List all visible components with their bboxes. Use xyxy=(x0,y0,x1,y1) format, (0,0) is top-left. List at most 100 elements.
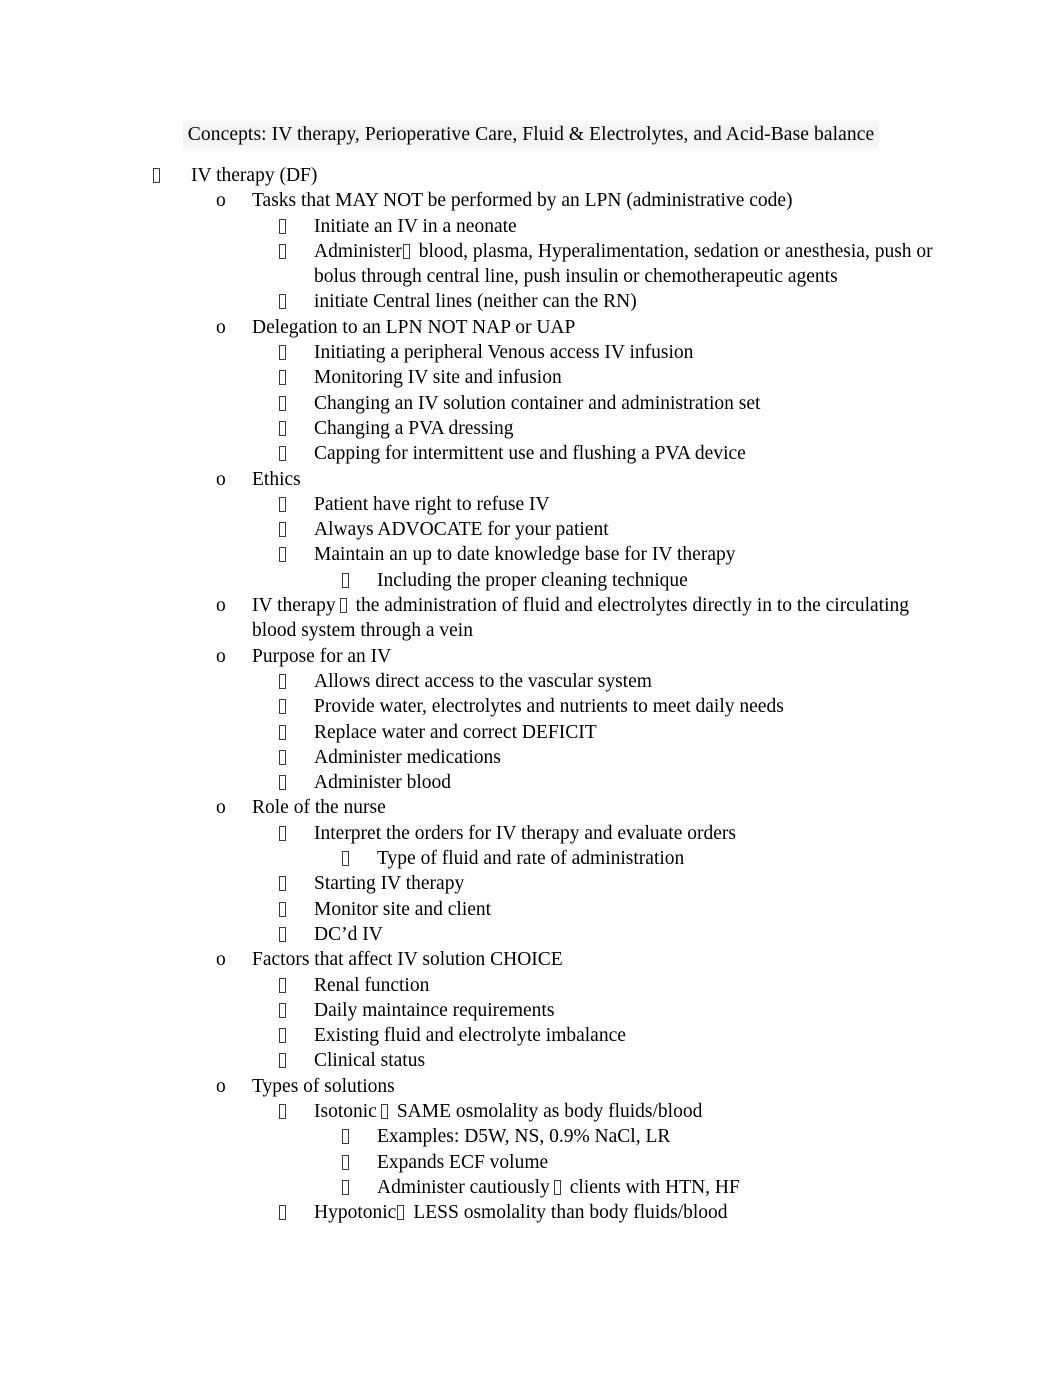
bullet-tofu-icon xyxy=(279,821,319,846)
list-item-label: Changing a PVA dressing xyxy=(314,417,514,439)
document-page: Concepts: IV therapy, Perioperative Care… xyxy=(0,0,1062,1377)
bullet-tofu-icon xyxy=(279,871,319,896)
bullet-tofu-icon xyxy=(279,416,319,441)
list-item-label: Role of the nurse xyxy=(252,797,386,819)
list-item-label: Changing an IV solution container and ad… xyxy=(314,392,761,414)
list-item-label: Starting IV therapy xyxy=(314,873,465,895)
inline-tofu-icon xyxy=(397,1205,405,1221)
bullet-tofu-icon xyxy=(153,163,193,188)
list-item: Monitor site and client xyxy=(279,897,1062,922)
list-item-label: Administer blood, plasma, Hyperalimentati… xyxy=(314,239,944,290)
list-item: o IV therapy the administration of fluid … xyxy=(216,593,1062,644)
list-item-label: Monitor site and client xyxy=(314,898,492,920)
bullet-tofu-icon xyxy=(279,745,319,770)
list-item: Existing fluid and electrolyte imbalance xyxy=(279,1023,1062,1048)
list-item-label: Maintain an up to date knowledge base fo… xyxy=(314,544,736,566)
list-item-label: Replace water and correct DEFICIT xyxy=(314,721,597,743)
bullet-o-icon: o xyxy=(216,797,226,819)
list-item: DC’d IV xyxy=(279,922,1062,947)
outline-list: IV therapy (DF) o Tasks that MAY NOT be … xyxy=(0,163,1062,1225)
bullet-tofu-icon xyxy=(279,239,319,264)
list-item: Administer medications xyxy=(279,745,1062,770)
bullet-tofu-icon xyxy=(279,998,319,1023)
list-item-label: Monitoring IV site and infusion xyxy=(314,367,562,389)
bullet-tofu-icon xyxy=(279,973,319,998)
bullet-tofu-icon xyxy=(279,542,319,567)
page-title-container: Concepts: IV therapy, Perioperative Care… xyxy=(0,120,1062,152)
bullet-tofu-icon xyxy=(342,568,382,593)
list-item-label: DC’d IV xyxy=(314,923,383,945)
list-item: Always ADVOCATE for your patient xyxy=(279,517,1062,542)
list-item: o Tasks that MAY NOT be performed by an … xyxy=(216,188,1062,213)
list-item-label: Factors that affect IV solution CHOICE xyxy=(252,949,563,971)
list-item: Daily maintaince requirements xyxy=(279,998,1062,1023)
bullet-tofu-icon xyxy=(279,289,319,314)
bullet-o-icon: o xyxy=(216,468,226,490)
list-item: o Delegation to an LPN NOT NAP or UAP xyxy=(216,315,1062,340)
bullet-o-icon: o xyxy=(216,645,226,667)
bullet-tofu-icon xyxy=(342,1124,382,1149)
bullet-tofu-icon xyxy=(279,340,319,365)
list-item-label-pre: IV therapy xyxy=(252,595,336,617)
list-item-label: Existing fluid and electrolyte imbalance xyxy=(314,1025,626,1047)
bullet-tofu-icon xyxy=(279,1023,319,1048)
list-item-label-pre: Hypotonic xyxy=(314,1202,397,1224)
list-item-label: Tasks that MAY NOT be performed by an LP… xyxy=(252,190,793,212)
inline-tofu-icon xyxy=(553,1179,561,1195)
bullet-o-icon: o xyxy=(216,316,226,338)
bullet-tofu-icon xyxy=(279,391,319,416)
bullet-tofu-icon xyxy=(342,846,382,871)
inline-tofu-icon xyxy=(402,243,410,259)
list-item: Patient have right to refuse IV xyxy=(279,492,1062,517)
inline-tofu-icon xyxy=(380,1103,388,1119)
bullet-tofu-icon xyxy=(279,720,319,745)
list-item-label: Types of solutions xyxy=(252,1075,395,1097)
list-item: Administer blood xyxy=(279,770,1062,795)
list-item: Administer cautiously clients with HTN, H… xyxy=(342,1175,1062,1200)
list-item: Initiating a peripheral Venous access IV… xyxy=(279,340,1062,365)
bullet-tofu-icon xyxy=(279,441,319,466)
list-item-label: IV therapy (DF) xyxy=(191,165,318,186)
list-item: Allows direct access to the vascular sys… xyxy=(279,669,1062,694)
list-item-label: Type of fluid and rate of administration xyxy=(377,848,685,870)
list-item-label: Initiating a peripheral Venous access IV… xyxy=(314,342,694,364)
list-item-label: Interpret the orders for IV therapy and … xyxy=(314,822,736,844)
bullet-o-icon: o xyxy=(216,1075,226,1097)
bullet-tofu-icon xyxy=(279,922,319,947)
list-item: Initiate an IV in a neonate xyxy=(279,214,1062,239)
list-item: Maintain an up to date knowledge base fo… xyxy=(279,542,1062,567)
list-item-label: Isotonic SAME osmolality as body fluids/b… xyxy=(314,1099,1062,1124)
list-item-label-post: clients with HTN, HF xyxy=(569,1176,740,1198)
list-item: Provide water, electrolytes and nutrient… xyxy=(279,694,1062,719)
list-item-label: Administer cautiously clients with HTN, H… xyxy=(377,1175,1062,1200)
list-item-label: Examples: D5W, NS, 0.9% NaCl, LR xyxy=(377,1126,671,1148)
bullet-tofu-icon xyxy=(279,770,319,795)
list-item-label: Administer medications xyxy=(314,746,501,768)
list-item: Hypotonic LESS osmolality than body fluid… xyxy=(279,1200,1062,1225)
list-item: initiate Central lines (neither can the … xyxy=(279,289,1062,314)
list-item: Examples: D5W, NS, 0.9% NaCl, LR xyxy=(342,1124,1062,1149)
list-item-label: Purpose for an IV xyxy=(252,645,392,667)
list-item-label: Initiate an IV in a neonate xyxy=(314,215,517,237)
list-item: Interpret the orders for IV therapy and … xyxy=(279,821,1062,846)
list-item: o Purpose for an IV xyxy=(216,644,1062,669)
list-item: Starting IV therapy xyxy=(279,871,1062,896)
bullet-tofu-icon xyxy=(279,492,319,517)
bullet-o-icon: o xyxy=(216,949,226,971)
list-item: Renal function xyxy=(279,973,1062,998)
list-item-label: Expands ECF volume xyxy=(377,1151,549,1173)
list-item-label-post: SAME osmolality as body fluids/blood xyxy=(396,1100,703,1122)
bullet-tofu-icon xyxy=(279,1048,319,1073)
list-item-label-post: LESS osmolality than body fluids/blood xyxy=(413,1202,728,1224)
bullet-tofu-icon xyxy=(342,1175,382,1200)
list-item: Replace water and correct DEFICIT xyxy=(279,720,1062,745)
list-item-label-pre: Administer xyxy=(314,240,402,262)
bullet-o-icon: o xyxy=(216,595,226,617)
list-item: o Types of solutions xyxy=(216,1074,1062,1099)
list-item-label: Patient have right to refuse IV xyxy=(314,493,550,515)
list-item-label: Delegation to an LPN NOT NAP or UAP xyxy=(252,316,576,338)
list-item-label: Capping for intermittent use and flushin… xyxy=(314,443,746,465)
inline-tofu-icon xyxy=(339,598,347,614)
list-item: Isotonic SAME osmolality as body fluids/b… xyxy=(279,1099,1062,1124)
list-item-label: Provide water, electrolytes and nutrient… xyxy=(314,696,784,718)
